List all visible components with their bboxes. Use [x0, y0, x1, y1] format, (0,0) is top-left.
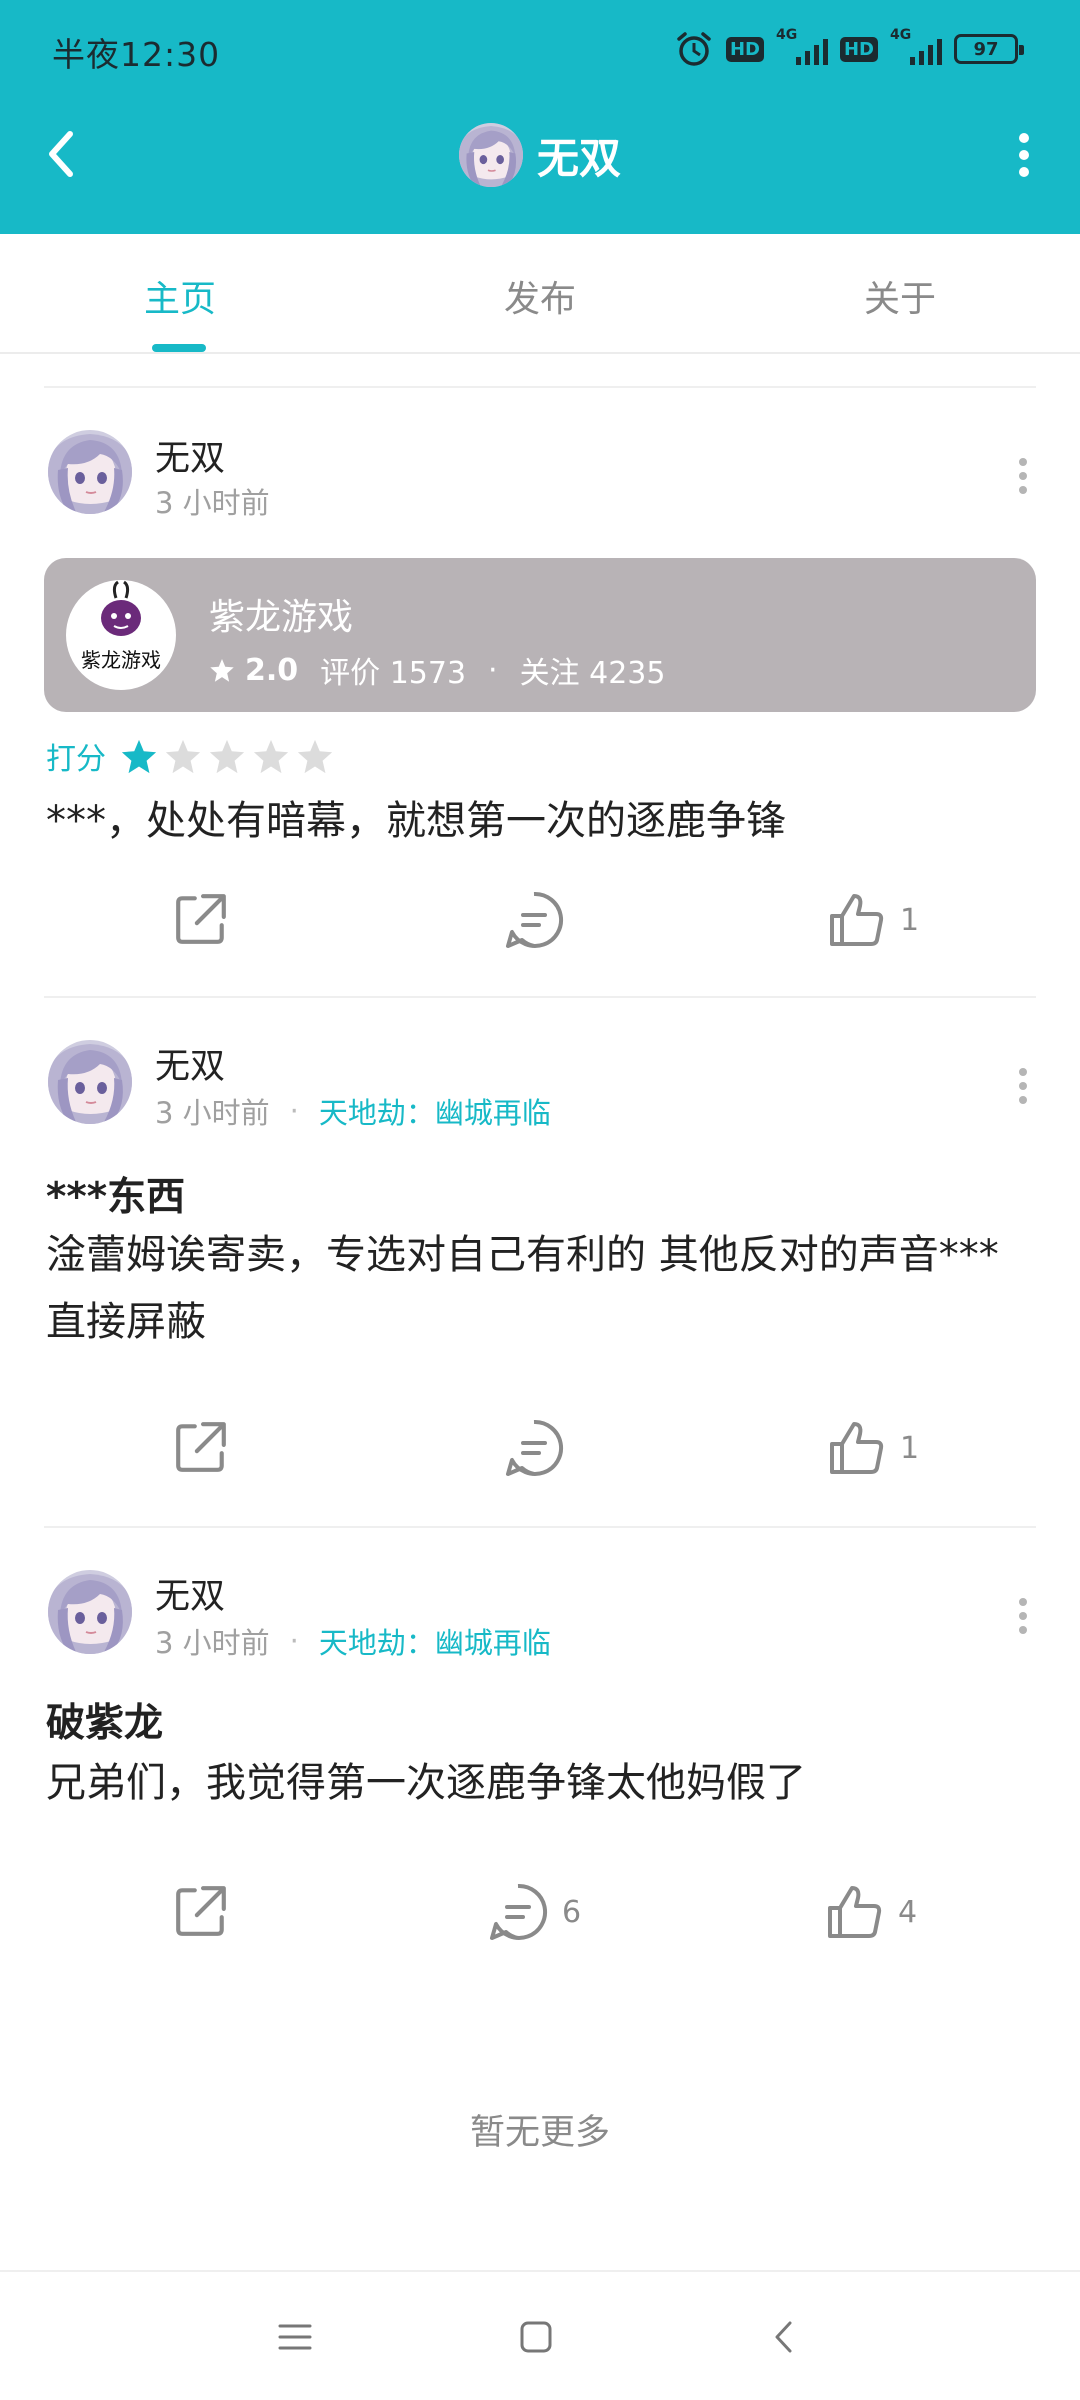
star-empty-icon	[164, 737, 202, 775]
game-followers: 关注 4235	[519, 656, 666, 691]
menu-icon[interactable]	[270, 2312, 320, 2362]
rating-label: 打分	[46, 742, 106, 777]
author-name[interactable]: 无双	[155, 430, 225, 481]
signal-icon: 4G	[890, 27, 942, 65]
home-square-icon[interactable]	[511, 2312, 561, 2362]
tab-posts[interactable]: 发布	[460, 270, 620, 322]
post-meta: 3 小时前 · 天地劫：幽城再临	[155, 1090, 551, 1132]
like-count: 4	[898, 1894, 918, 1930]
post-meta: 3 小时前 · 天地劫：幽城再临	[155, 1620, 551, 1662]
comment-icon	[504, 890, 564, 950]
post-body[interactable]: ***，处处有暗幕，就想第一次的逐鹿争锋	[46, 788, 1036, 855]
comment-icon	[488, 1882, 548, 1942]
comment-count: 6	[562, 1894, 582, 1930]
app-header: 半夜12:30 HD 4G HD 4G 97 无双	[0, 0, 1080, 234]
game-card[interactable]: 紫龙游戏 紫龙游戏 2.0 评价 1573 · 关注 4235	[44, 558, 1036, 712]
post-title[interactable]: ***东西	[46, 1166, 185, 1222]
divider	[44, 386, 1036, 388]
no-more-label: 暂无更多	[469, 2113, 610, 2153]
comment-icon	[504, 1418, 564, 1478]
network-label: 4G	[890, 27, 912, 43]
tab-bar: 主页 发布 关于	[0, 234, 1080, 354]
share-icon	[172, 890, 230, 948]
header-title-group: 无双	[0, 120, 1080, 190]
status-icons: HD 4G HD 4G 97	[674, 26, 1024, 72]
comment-button[interactable]: 6	[488, 1882, 581, 1942]
hd-icon: HD	[725, 36, 764, 62]
game-logo: 紫龙游戏	[66, 580, 176, 690]
system-nav-bar	[0, 2270, 1080, 2400]
avatar[interactable]	[48, 1040, 132, 1124]
post-actions: 6 4	[0, 1882, 1080, 1952]
divider	[44, 996, 1036, 998]
signal-icon: 4G	[776, 27, 828, 65]
post-actions: 1	[0, 1418, 1080, 1488]
network-label: 4G	[775, 27, 798, 43]
game-reviews: 评价 1573	[320, 656, 467, 691]
star-icon	[209, 657, 235, 683]
more-options-button[interactable]	[1012, 130, 1036, 180]
post-time: 3 小时前	[155, 486, 270, 520]
separator-dot: ·	[289, 1624, 299, 1658]
game-logo-text: 紫龙游戏	[81, 648, 161, 672]
share-icon	[172, 1418, 230, 1476]
game-name: 紫龙游戏	[209, 597, 354, 638]
star-empty-icon	[296, 737, 334, 775]
hd-icon: HD	[839, 36, 878, 62]
post-meta: 3 小时前	[155, 480, 270, 522]
game-score: 2.0	[245, 652, 299, 688]
game-link[interactable]: 天地劫：幽城再临	[319, 1090, 551, 1132]
comment-button[interactable]	[504, 890, 578, 950]
share-button[interactable]	[172, 1418, 230, 1476]
share-button[interactable]	[172, 1882, 230, 1940]
divider	[44, 1526, 1036, 1528]
star-empty-icon	[208, 737, 246, 775]
more-options-icon[interactable]	[1016, 456, 1030, 496]
comment-button[interactable]	[504, 1418, 578, 1478]
avatar[interactable]	[48, 1570, 132, 1654]
author-name[interactable]: 无双	[155, 1568, 225, 1619]
avatar[interactable]	[459, 123, 523, 187]
post-time: 3 小时前	[155, 1626, 270, 1660]
star-empty-icon	[252, 737, 290, 775]
like-icon	[826, 1418, 886, 1478]
back-icon[interactable]	[760, 2312, 810, 2362]
like-count: 1	[900, 902, 920, 938]
star-filled-icon	[120, 737, 158, 775]
battery-level: 97	[973, 38, 999, 60]
share-icon	[172, 1882, 230, 1940]
like-icon	[826, 890, 886, 950]
alarm-icon	[674, 29, 714, 69]
post-body[interactable]: 兄弟们，我觉得第一次逐鹿争锋太他妈假了	[46, 1750, 1036, 1817]
like-button[interactable]: 1	[826, 1418, 919, 1478]
more-vertical-icon	[1019, 133, 1029, 177]
page-title: 无双	[536, 133, 621, 183]
share-button[interactable]	[172, 890, 230, 948]
more-options-icon[interactable]	[1016, 1596, 1030, 1636]
like-icon	[824, 1882, 884, 1942]
like-button[interactable]: 1	[826, 890, 919, 950]
status-time: 半夜12:30	[52, 35, 221, 74]
separator-dot: ·	[488, 652, 498, 688]
rating: 打分	[46, 734, 334, 778]
battery-icon: 97	[954, 34, 1024, 64]
separator-dot: ·	[289, 1094, 299, 1128]
post-body[interactable]: 淦蕾姆诶寄卖，专选对自己有利的 其他反对的声音***直接屏蔽	[46, 1222, 1036, 1356]
avatar[interactable]	[48, 430, 132, 514]
tab-home[interactable]: 主页	[100, 270, 260, 322]
game-stats: 2.0 评价 1573 · 关注 4235	[209, 648, 665, 692]
like-button[interactable]: 4	[824, 1882, 917, 1942]
tab-about[interactable]: 关于	[820, 270, 980, 322]
active-tab-indicator	[152, 344, 206, 352]
post-title[interactable]: 破紫龙	[46, 1692, 163, 1748]
more-options-icon[interactable]	[1016, 1066, 1030, 1106]
post-time: 3 小时前	[155, 1096, 270, 1130]
post-actions: 1	[0, 890, 1080, 960]
game-link[interactable]: 天地劫：幽城再临	[319, 1620, 551, 1662]
like-count: 1	[900, 1430, 920, 1466]
author-name[interactable]: 无双	[155, 1038, 225, 1089]
